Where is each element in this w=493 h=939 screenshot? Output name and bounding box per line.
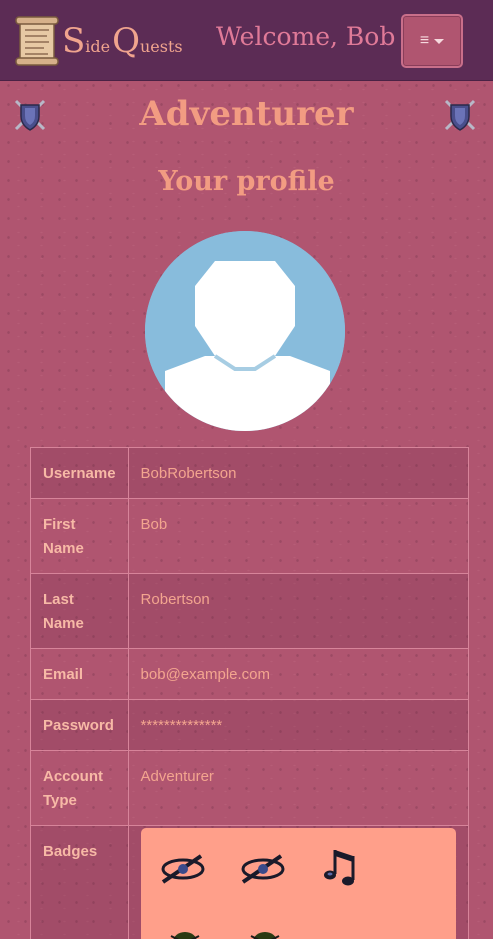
username-value: BobRobertson — [127, 447, 469, 499]
brand-link[interactable]: S ide Q uests — [14, 14, 185, 68]
email-label: Email — [30, 648, 129, 700]
badges-panel — [140, 828, 456, 939]
brand-q: Q — [112, 21, 140, 61]
brand-uests: uests — [140, 37, 183, 56]
table-row: Last Name Robertson — [30, 573, 469, 649]
last-name-label: Last Name — [30, 573, 129, 649]
last-name-value: Robertson — [127, 573, 469, 649]
music-note-badge-icon[interactable] — [321, 844, 361, 888]
page-title: Adventurer — [139, 94, 354, 134]
scroll-icon — [15, 16, 59, 66]
profile-table: Username BobRobertson First Name Bob Las… — [30, 447, 469, 939]
table-row: Badges — [30, 825, 469, 939]
brand-s: S — [62, 21, 86, 61]
brand-name: S ide Q uests — [62, 24, 185, 58]
bug-badge-icon[interactable] — [245, 924, 285, 939]
table-row: Email bob@example.com — [30, 648, 469, 700]
account-type-value: Adventurer — [127, 750, 469, 826]
navbar: S ide Q uests Welcome, Bob ≡ — [0, 0, 493, 81]
welcome-message: Welcome, Bob — [216, 22, 396, 51]
first-name-label: First Name — [30, 498, 129, 574]
menu-toggle-button[interactable]: ≡ — [401, 14, 463, 68]
badges-label: Badges — [30, 825, 129, 939]
eye-badge-icon[interactable] — [239, 850, 287, 888]
avatar — [145, 231, 345, 431]
username-label: Username — [30, 447, 129, 499]
table-row: Username BobRobertson — [30, 447, 469, 499]
eye-badge-icon[interactable] — [159, 850, 207, 888]
brand-ide: ide — [85, 37, 111, 56]
table-row: Password ************** — [30, 699, 469, 751]
bug-badge-icon[interactable] — [165, 924, 205, 939]
user-silhouette-icon — [145, 231, 345, 431]
password-label: Password — [30, 699, 129, 751]
password-value: ************** — [127, 699, 469, 751]
table-row: First Name Bob — [30, 498, 469, 574]
first-name-value: Bob — [127, 498, 469, 574]
hamburger-icon: ≡ — [419, 32, 430, 49]
badges-cell — [127, 825, 469, 939]
account-type-label: Account Type — [30, 750, 129, 826]
table-row: Account Type Adventurer — [30, 750, 469, 826]
email-value: bob@example.com — [127, 648, 469, 700]
page-subtitle: Your profile — [158, 166, 335, 197]
caret-down-icon — [434, 38, 445, 44]
